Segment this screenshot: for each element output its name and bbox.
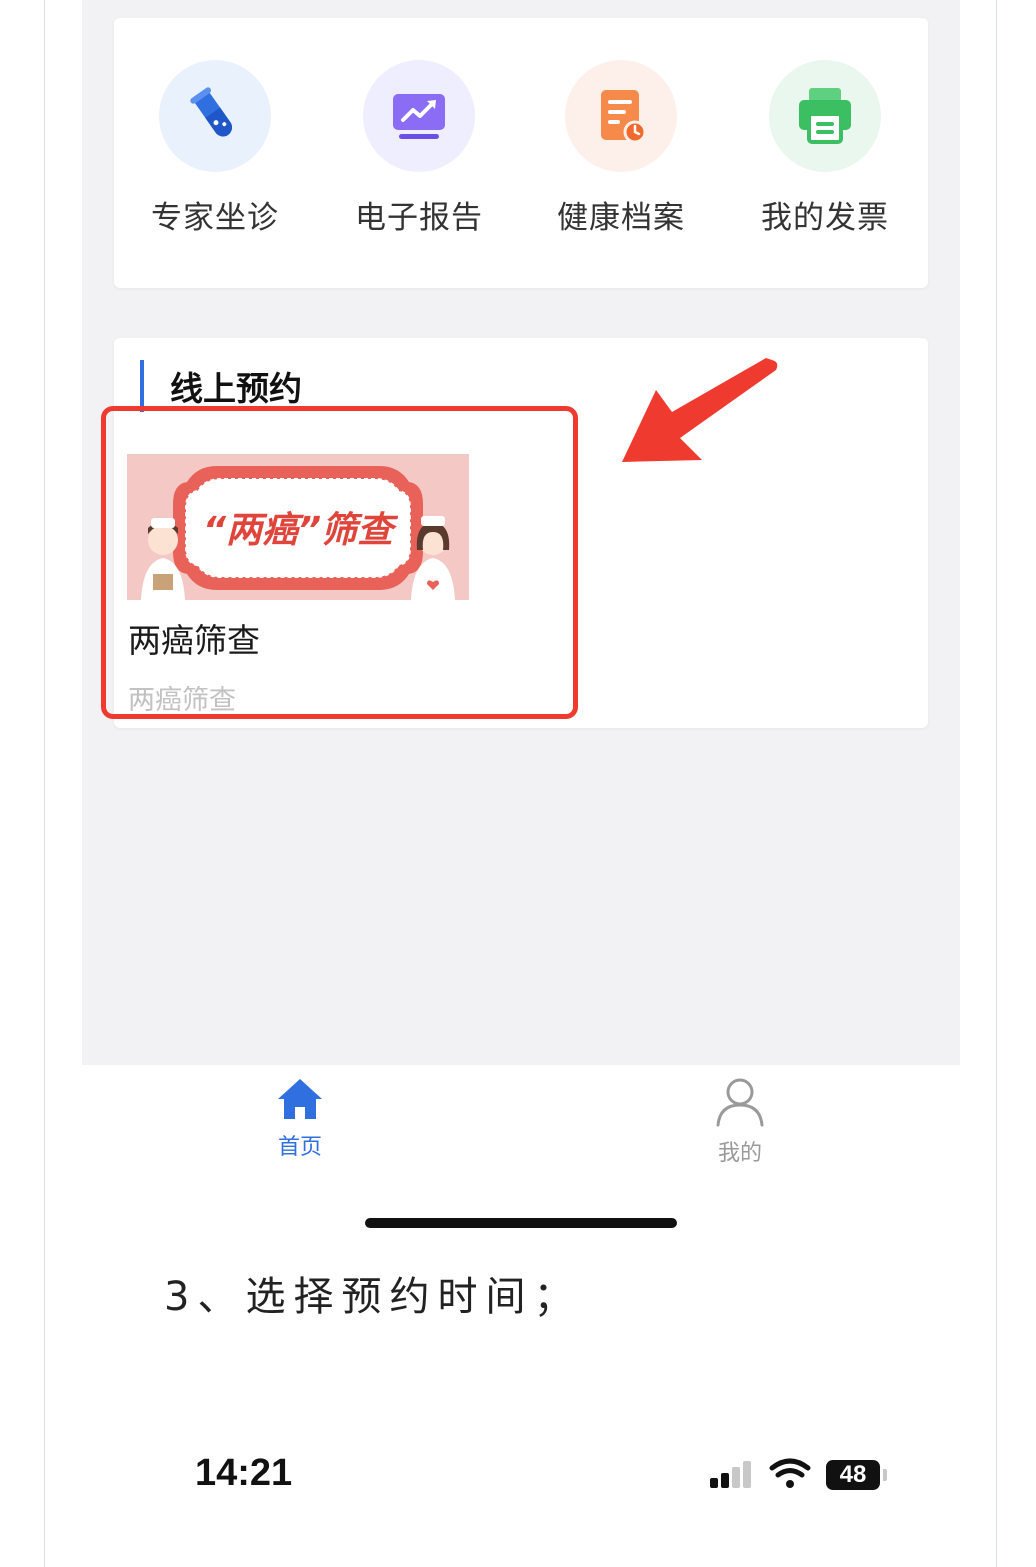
annotation-highlight-box	[101, 406, 578, 719]
battery-nub	[883, 1469, 887, 1481]
health-record-icon	[565, 60, 677, 172]
quick-item-expert-clinic[interactable]: 专家坐诊	[130, 60, 300, 237]
section-accent-bar	[140, 360, 144, 412]
user-icon	[716, 1078, 764, 1127]
quick-item-health-record[interactable]: 健康档案	[536, 60, 706, 237]
quick-menu-card: 专家坐诊 电子报告 健康档案 我的发票	[114, 18, 928, 288]
section-title: 线上预约	[170, 369, 302, 408]
instruction-caption: 3、选择预约时间；	[164, 1274, 582, 1320]
quick-item-label: 电子报告	[355, 200, 483, 236]
quick-item-e-report[interactable]: 电子报告	[334, 60, 504, 237]
tab-home-label: 首页	[277, 1135, 322, 1160]
test-tube-icon	[159, 60, 271, 172]
quick-item-label: 健康档案	[557, 200, 685, 236]
quick-item-label: 我的发票	[761, 200, 889, 236]
invoice-printer-icon	[769, 60, 881, 172]
status-icons	[708, 1458, 818, 1496]
status-time: 14:21	[195, 1452, 293, 1494]
quick-item-label: 专家坐诊	[151, 200, 279, 236]
annotation-arrow-icon	[610, 350, 790, 474]
bottom-tab-bar: 首页 我的	[82, 1065, 960, 1205]
wifi-icon	[769, 1458, 811, 1488]
quick-item-my-invoice[interactable]: 我的发票	[740, 60, 910, 237]
tab-mine[interactable]: 我的	[680, 1077, 800, 1167]
signal-icon	[710, 1461, 751, 1488]
chart-report-icon	[363, 60, 475, 172]
tab-mine-label: 我的	[717, 1141, 762, 1166]
home-icon	[278, 1079, 322, 1119]
home-indicator[interactable]	[365, 1218, 677, 1228]
battery-icon: 48	[826, 1460, 880, 1490]
tab-home[interactable]: 首页	[240, 1077, 360, 1161]
